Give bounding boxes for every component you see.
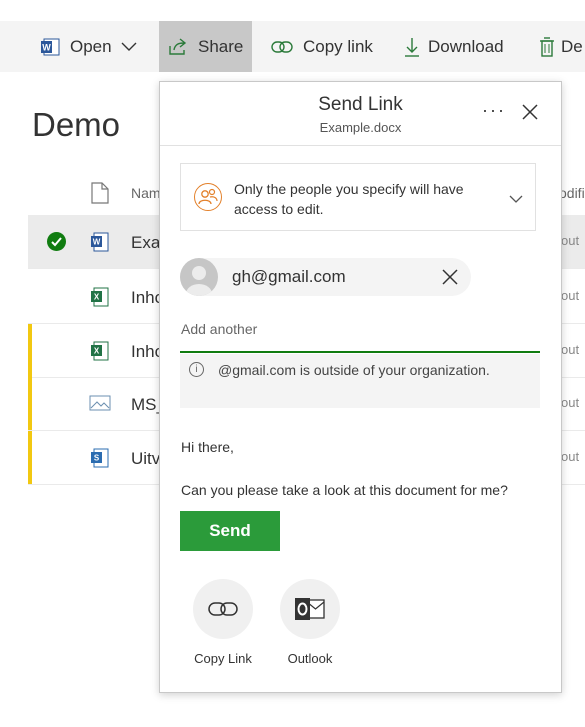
dialog-divider bbox=[160, 145, 561, 146]
people-icon bbox=[194, 183, 222, 211]
permission-selector[interactable]: Only the people you specify will have ac… bbox=[180, 163, 536, 231]
share-label: Share bbox=[198, 36, 244, 56]
copy-link-button[interactable]: Copy link bbox=[262, 21, 387, 72]
outlook-option[interactable]: Outlook bbox=[279, 579, 341, 666]
permission-text: Only the people you specify will have ac… bbox=[234, 181, 464, 217]
modified-value: out bbox=[561, 449, 580, 464]
share-button[interactable]: Share bbox=[159, 21, 252, 72]
open-label: Open bbox=[70, 36, 112, 56]
modified-value: out bbox=[561, 342, 580, 357]
message-line[interactable]: Can you please take a look at this docum… bbox=[181, 482, 508, 498]
outlook-icon bbox=[295, 596, 325, 627]
modified-value: out bbox=[561, 288, 580, 303]
selected-check-icon[interactable] bbox=[47, 232, 66, 251]
chevron-down-icon[interactable] bbox=[509, 191, 523, 209]
outlook-circle[interactable] bbox=[280, 579, 340, 639]
link-icon bbox=[208, 600, 238, 623]
svg-text:X: X bbox=[94, 293, 100, 302]
file-type-header-icon bbox=[91, 182, 109, 209]
chevron-down-icon bbox=[121, 42, 137, 52]
modified-value: out bbox=[561, 395, 580, 410]
svg-text:X: X bbox=[94, 347, 100, 356]
file-name[interactable]: Uitv bbox=[131, 449, 160, 469]
svg-text:W: W bbox=[93, 238, 101, 247]
add-another-input[interactable]: Add another bbox=[181, 321, 257, 337]
remove-recipient-icon[interactable] bbox=[442, 269, 458, 290]
download-button[interactable]: Download bbox=[396, 21, 522, 72]
image-file-icon bbox=[89, 394, 111, 417]
page-title: Demo bbox=[32, 106, 121, 143]
recipient-email: gh@gmail.com bbox=[232, 267, 346, 286]
excel-file-icon: X bbox=[91, 341, 109, 366]
delete-label: De bbox=[561, 36, 583, 56]
svg-text:S: S bbox=[94, 454, 100, 463]
copy-link-option[interactable]: Copy Link bbox=[192, 579, 254, 666]
message-line[interactable]: Hi there, bbox=[181, 439, 234, 455]
svg-text:W: W bbox=[42, 42, 51, 52]
close-icon[interactable] bbox=[522, 104, 538, 125]
avatar bbox=[180, 258, 218, 296]
link-icon bbox=[271, 40, 293, 54]
warning-text: @gmail.com is outside of your organizati… bbox=[218, 362, 490, 378]
download-label: Download bbox=[428, 36, 504, 56]
download-icon bbox=[404, 37, 420, 57]
external-warning: i @gmail.com is outside of your organiza… bbox=[180, 354, 540, 408]
copy-link-circle[interactable] bbox=[193, 579, 253, 639]
outlook-option-label: Outlook bbox=[287, 651, 333, 666]
input-underline bbox=[180, 351, 540, 353]
share-icon bbox=[168, 37, 188, 56]
trash-icon bbox=[539, 36, 555, 57]
new-item-flag bbox=[28, 324, 32, 377]
modified-value: out bbox=[561, 233, 580, 248]
send-button[interactable]: Send bbox=[180, 511, 280, 551]
excel-file-icon: X bbox=[91, 287, 109, 312]
send-link-dialog: Send Link Example.docx ··· Only the peop… bbox=[159, 81, 562, 693]
info-icon: i bbox=[189, 362, 204, 377]
dialog-file-name: Example.docx bbox=[319, 120, 402, 135]
copy-link-label: Copy link bbox=[303, 36, 373, 56]
name-column-header[interactable]: Nam bbox=[131, 185, 161, 201]
new-item-flag bbox=[28, 431, 32, 484]
copy-link-option-label: Copy Link bbox=[194, 651, 252, 666]
word-file-icon: W bbox=[91, 232, 109, 257]
recipient-chip[interactable]: gh@gmail.com bbox=[180, 258, 471, 296]
sway-file-icon: S bbox=[91, 448, 109, 473]
modified-column-header[interactable]: odifi bbox=[559, 185, 585, 201]
new-item-flag bbox=[28, 377, 32, 430]
delete-button[interactable]: De bbox=[531, 21, 585, 72]
more-options-button[interactable]: ··· bbox=[482, 100, 506, 121]
open-button[interactable]: W Open bbox=[33, 21, 151, 72]
word-icon: W bbox=[41, 37, 61, 57]
